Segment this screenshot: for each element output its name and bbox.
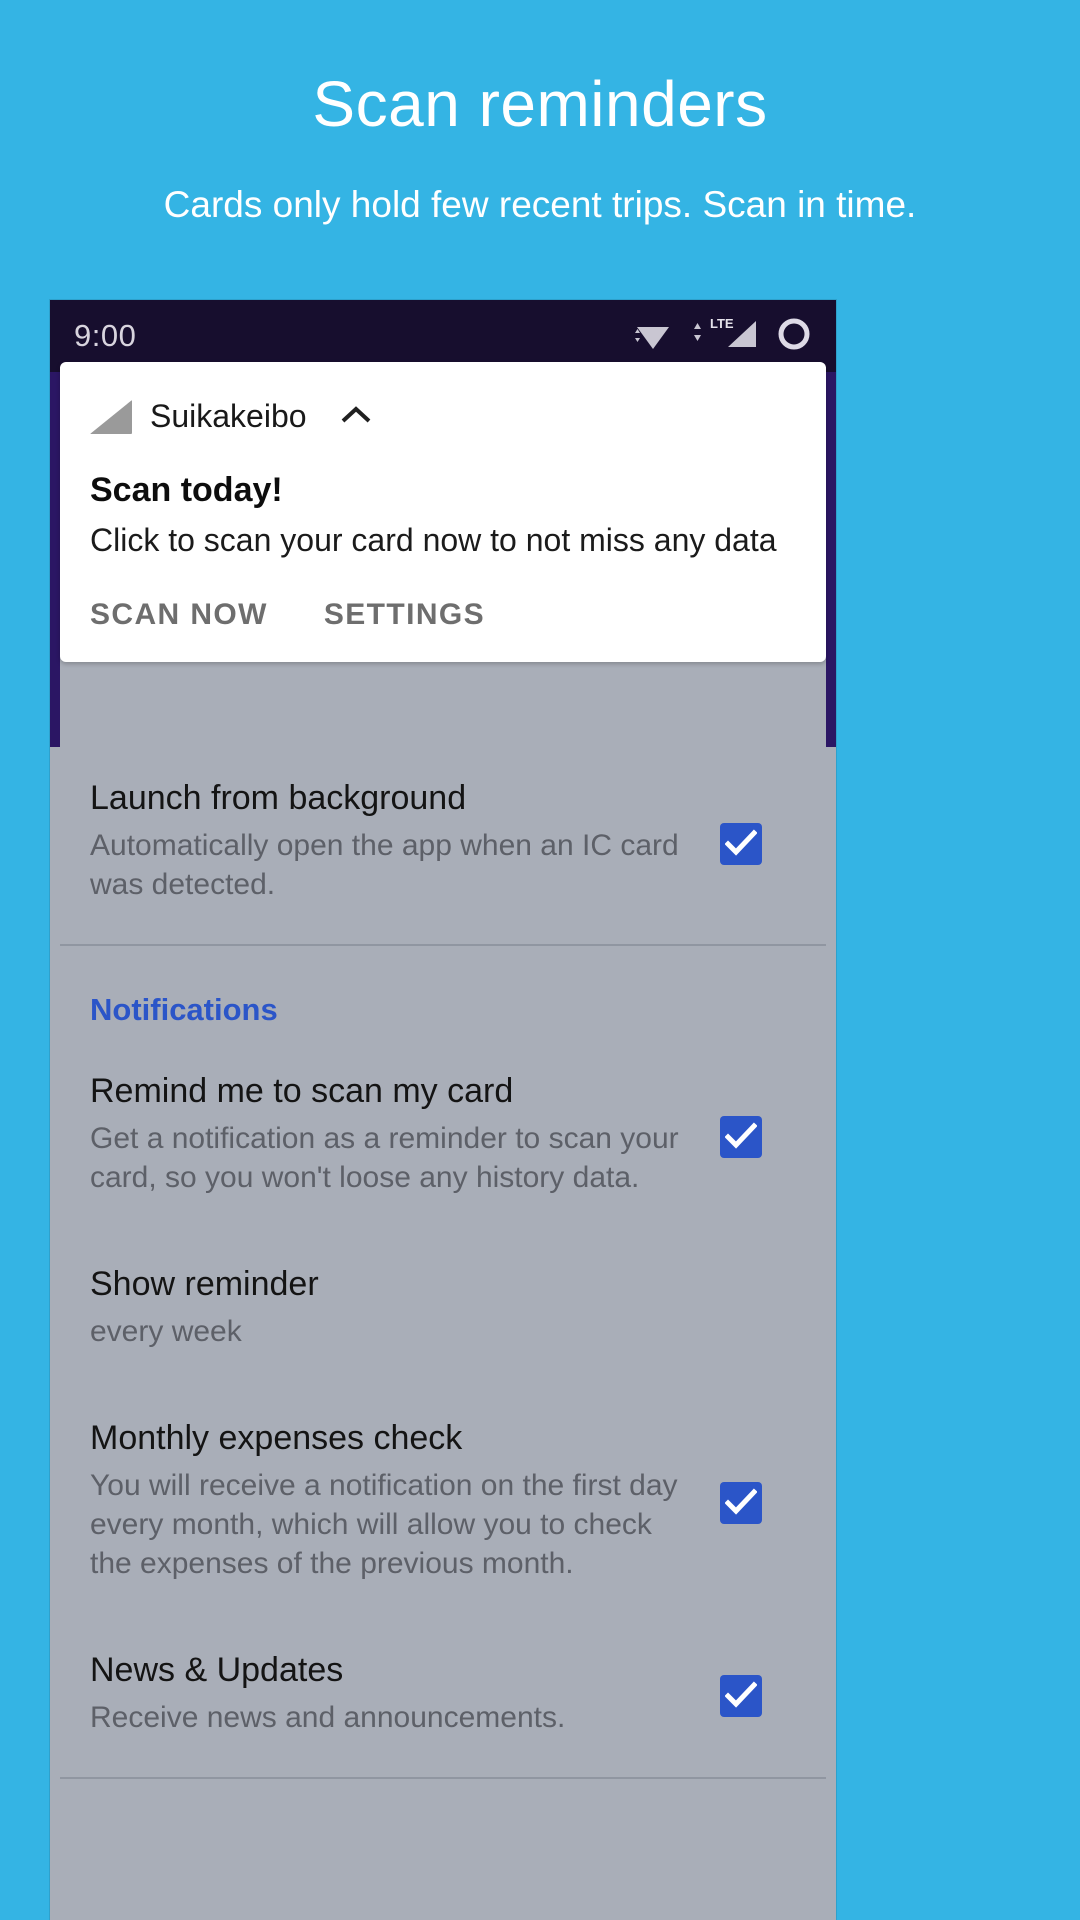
checkbox-monthly-expenses-check[interactable] xyxy=(720,1482,762,1525)
checkbox-launch-from-background[interactable] xyxy=(720,822,762,865)
page-subtitle: Cards only hold few recent trips. Scan i… xyxy=(163,184,917,225)
notification-app-name: Suikakeibo xyxy=(150,398,307,434)
settings-row-show-reminder[interactable]: Show reminder every week xyxy=(60,1231,826,1385)
row-description: Automatically open the app when an IC ca… xyxy=(90,829,679,902)
notification-card[interactable]: Suikakeibo Scan today! Click to scan you… xyxy=(60,362,826,662)
list-divider-bottom xyxy=(60,1777,826,1780)
notification-body: Click to scan your card now to not miss … xyxy=(90,522,777,558)
app-window-right-edge xyxy=(826,372,836,747)
checkbox-remind-me-to-scan-my-card[interactable] xyxy=(720,1115,762,1158)
status-icon-group: LTE xyxy=(628,314,814,359)
promo-header: Scan reminders Cards only hold few recen… xyxy=(0,0,1080,227)
lte-signal-icon: LTE xyxy=(688,315,760,358)
svg-text:LTE: LTE xyxy=(710,316,734,331)
notification-header[interactable]: Suikakeibo xyxy=(90,384,796,443)
settings-row-news-and-updates[interactable]: News & Updates Receive news and announce… xyxy=(60,1617,826,1771)
ring-icon xyxy=(774,314,814,359)
row-description: Receive news and announcements. xyxy=(90,1701,566,1735)
section-header-notifications: Notifications xyxy=(90,992,278,1028)
settings-list: Launch from background Automatically ope… xyxy=(60,745,826,1780)
row-title: News & Updates xyxy=(90,1651,344,1690)
scan-now-action[interactable]: SCAN NOW xyxy=(90,598,268,632)
row-description: Get a notification as a reminder to scan… xyxy=(90,1122,679,1195)
notification-title: Scan today! xyxy=(90,471,283,509)
app-window-left-edge xyxy=(50,372,60,747)
status-clock: 9:00 xyxy=(74,318,137,353)
suikakeibo-app-icon xyxy=(90,399,132,434)
row-title: Launch from background xyxy=(90,779,467,817)
settings-action[interactable]: SETTINGS xyxy=(324,598,485,632)
row-description: You will receive a notification on the f… xyxy=(90,1469,678,1581)
phone-mockup: 9:00 LTE Launch from background Automati… xyxy=(50,300,836,1920)
row-title: Remind me to scan my card xyxy=(90,1072,514,1111)
settings-row-remind-me-to-scan-my-card[interactable]: Remind me to scan my card Get a notifica… xyxy=(60,1038,826,1231)
row-value: every week xyxy=(90,1315,242,1349)
settings-row-monthly-expenses-check[interactable]: Monthly expenses check You will receive … xyxy=(60,1385,826,1617)
wifi-icon xyxy=(628,316,674,357)
chevron-up-icon[interactable] xyxy=(339,402,373,432)
row-title: Show reminder xyxy=(90,1265,319,1304)
notification-actions: SCAN NOW SETTINGS xyxy=(90,598,796,636)
page-title: Scan reminders xyxy=(312,68,768,140)
settings-row-launch-from-background[interactable]: Launch from background Automatically ope… xyxy=(60,745,826,938)
row-title: Monthly expenses check xyxy=(90,1419,463,1458)
checkbox-news-and-updates[interactable] xyxy=(720,1675,762,1718)
